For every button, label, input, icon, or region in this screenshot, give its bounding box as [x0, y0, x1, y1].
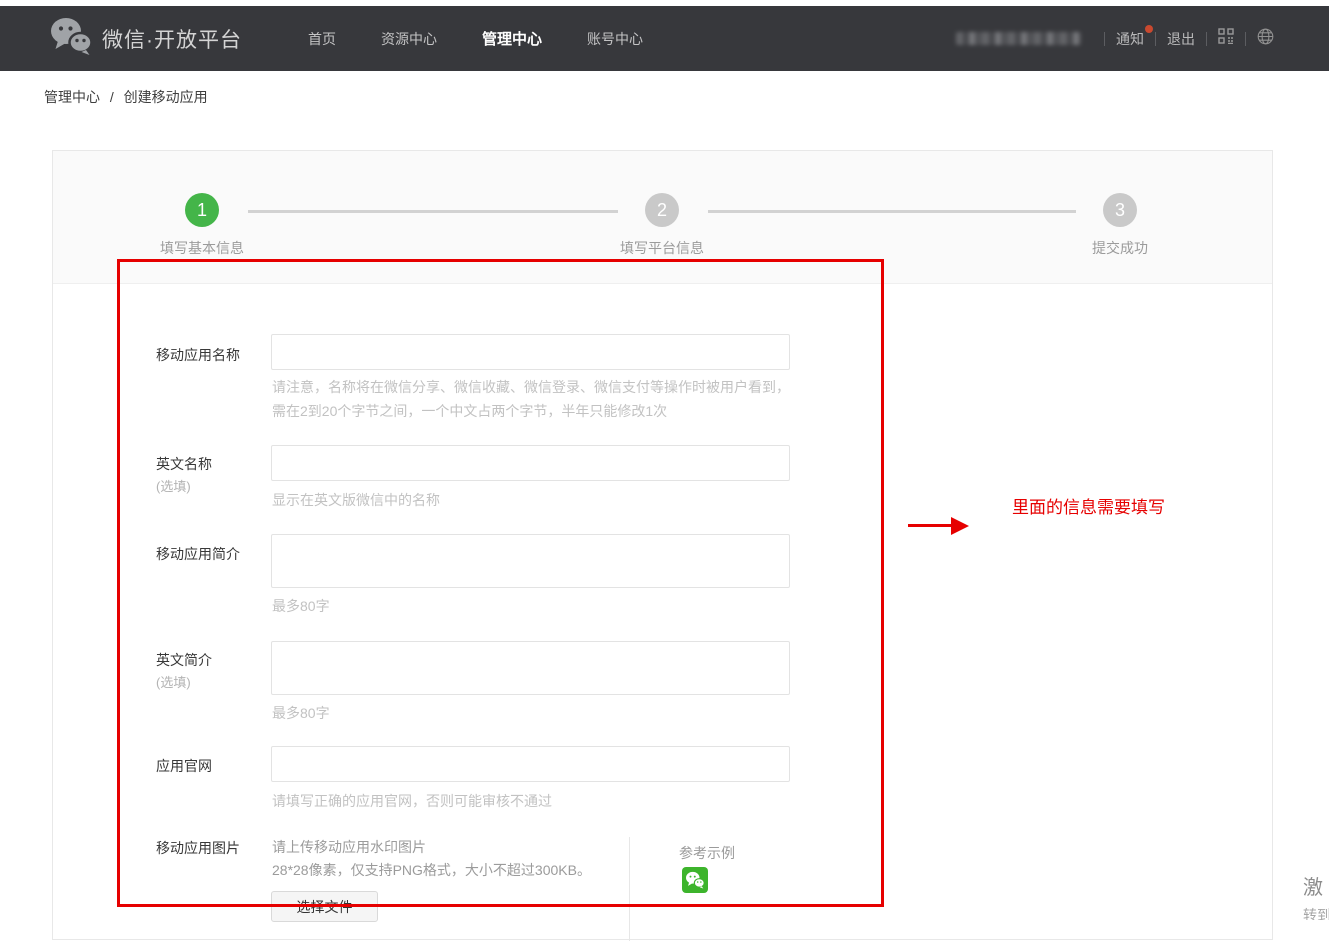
app-intro-hint: 最多80字 — [272, 594, 802, 618]
english-name-optional-tag: (选填) — [156, 476, 191, 495]
example-label: 参考示例 — [679, 843, 735, 863]
step-1-label: 填写基本信息 — [122, 238, 282, 258]
breadcrumb-management-center[interactable]: 管理中心 — [44, 89, 100, 105]
watermark-line1: 激 — [1303, 871, 1329, 900]
create-app-panel: 1 填写基本信息 2 填写平台信息 3 提交成功 移动应用名称 请注意，名称将在… — [52, 150, 1273, 940]
official-website-label: 应用官网 — [156, 756, 212, 776]
breadcrumb-current-page: 创建移动应用 — [124, 89, 208, 105]
windows-watermark-clipped: 激 转到 — [1303, 871, 1329, 920]
annotation-arrow-head-icon — [951, 517, 969, 535]
steps-header: 1 填写基本信息 2 填写平台信息 3 提交成功 — [53, 151, 1272, 284]
upload-section-divider — [629, 837, 630, 941]
user-account-blurred[interactable] — [956, 32, 1081, 45]
english-name-hint: 显示在英文版微信中的名称 — [272, 488, 802, 512]
choose-file-button[interactable]: 选择文件 — [271, 891, 378, 922]
english-name-label: 英文名称 — [156, 454, 212, 474]
app-name-label: 移动应用名称 — [156, 345, 240, 365]
nav-divider — [1155, 32, 1156, 46]
nav-item-resources[interactable]: 资源中心 — [381, 29, 437, 49]
nav-divider — [1245, 32, 1246, 46]
upload-instruction-line1: 请上传移动应用水印图片 — [272, 837, 426, 857]
step-1-circle: 1 — [185, 193, 219, 227]
nav-item-home[interactable]: 首页 — [308, 29, 336, 49]
step-3-circle: 3 — [1103, 193, 1137, 227]
english-intro-hint: 最多80字 — [272, 701, 802, 725]
step-2-platform-info: 2 填写平台信息 — [582, 193, 742, 258]
english-intro-textarea[interactable] — [271, 641, 790, 695]
english-name-input[interactable] — [271, 445, 790, 481]
nav-divider — [1206, 32, 1207, 46]
nav-divider — [1104, 32, 1105, 46]
notifications-link[interactable]: 通知 — [1116, 29, 1144, 49]
wechat-green-example-icon — [682, 867, 708, 893]
official-website-hint: 请填写正确的应用官网，否则可能审核不通过 — [272, 789, 802, 813]
main-menu: 首页 资源中心 管理中心 账号中心 — [308, 6, 688, 71]
app-intro-textarea[interactable] — [271, 534, 790, 588]
step-2-circle: 2 — [645, 193, 679, 227]
annotation-note: 里面的信息需要填写 — [1012, 493, 1165, 518]
step-3-submit-success: 3 提交成功 — [1040, 193, 1200, 258]
notification-dot — [1145, 25, 1153, 33]
logout-link[interactable]: 退出 — [1167, 29, 1195, 49]
breadcrumb-separator: / — [110, 89, 114, 105]
notifications-label: 通知 — [1116, 31, 1144, 47]
brand-group[interactable]: 微信·开放平台 — [50, 6, 242, 71]
watermark-line2: 转到 — [1303, 905, 1329, 920]
english-intro-optional-tag: (选填) — [156, 672, 191, 691]
upload-instruction-line2: 28*28像素，仅支持PNG格式，大小不超过300KB。 — [272, 860, 591, 880]
navbar-right: 通知 退出 — [956, 6, 1274, 71]
step-2-label: 填写平台信息 — [582, 238, 742, 258]
english-intro-label: 英文简介 — [156, 650, 212, 670]
nav-item-account[interactable]: 账号中心 — [587, 29, 643, 49]
official-website-input[interactable] — [271, 746, 790, 782]
annotation-arrow — [908, 524, 953, 527]
brand-title: 微信·开放平台 — [102, 24, 242, 54]
step-connector-2 — [708, 210, 1076, 213]
breadcrumb: 管理中心 / 创建移动应用 — [44, 87, 208, 107]
step-1-basic-info: 1 填写基本信息 — [122, 193, 282, 258]
app-name-input[interactable] — [271, 334, 790, 370]
step-connector-1 — [248, 210, 618, 213]
app-intro-label: 移动应用简介 — [156, 544, 240, 564]
wechat-logo-icon — [50, 16, 92, 61]
nav-item-management[interactable]: 管理中心 — [482, 28, 542, 49]
globe-icon[interactable] — [1257, 28, 1274, 50]
app-image-label: 移动应用图片 — [156, 838, 240, 858]
app-name-hint: 请注意，名称将在微信分享、微信收藏、微信登录、微信支付等操作时被用户看到，需在2… — [272, 375, 802, 423]
qr-code-icon[interactable] — [1218, 28, 1234, 49]
top-navbar: 微信·开放平台 首页 资源中心 管理中心 账号中心 通知 退出 — [0, 6, 1329, 71]
step-3-label: 提交成功 — [1040, 238, 1200, 258]
